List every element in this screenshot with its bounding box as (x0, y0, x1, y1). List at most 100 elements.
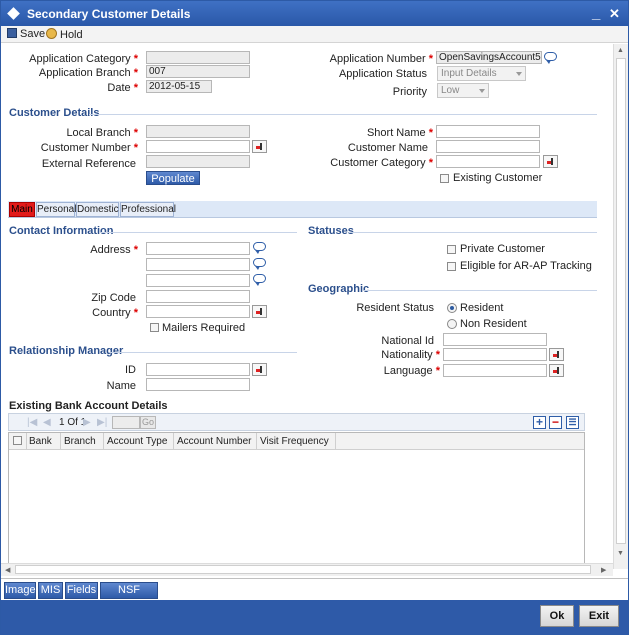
address-label: Address * (90, 244, 138, 256)
prev-page-icon[interactable]: ◀ (43, 417, 55, 429)
mis-tab-button[interactable]: MIS (38, 582, 63, 599)
scroll-left-icon[interactable]: ◀ (5, 566, 10, 574)
address-1-chat-icon[interactable] (253, 242, 266, 254)
customer-number-label: Customer Number * (40, 142, 138, 154)
geographic-divider (363, 290, 597, 291)
save-icon (7, 28, 17, 38)
tab-personal[interactable]: Personal (36, 202, 76, 217)
customer-number-input[interactable] (146, 140, 250, 153)
address-line-2-input[interactable] (146, 258, 250, 271)
statuses-divider (349, 232, 597, 233)
priority-label: Priority (392, 86, 427, 98)
local-branch-label: Local Branch * (66, 127, 138, 139)
image-tab-button[interactable]: Image (4, 582, 36, 599)
bank-account-title: Existing Bank Account Details (9, 400, 168, 412)
customer-category-lov-icon[interactable] (543, 155, 558, 168)
rm-id-lov-icon[interactable] (252, 363, 267, 376)
address-2-chat-icon[interactable] (253, 258, 266, 270)
country-input[interactable] (146, 305, 250, 318)
country-lov-icon[interactable] (252, 305, 267, 318)
customer-number-lov-icon[interactable] (252, 140, 267, 153)
app-number-input[interactable]: OpenSavingsAccount5255 (436, 51, 542, 64)
existing-customer-checkbox[interactable] (440, 174, 449, 183)
page-number-input[interactable] (112, 416, 140, 429)
next-page-icon[interactable]: ▶ (83, 417, 95, 429)
minimize-button[interactable]: _ (592, 5, 600, 22)
vertical-scroll-thumb[interactable] (616, 58, 626, 544)
secondary-customer-window: Secondary Customer Details _ ✕ Save Hold… (0, 0, 629, 635)
short-name-input[interactable] (436, 125, 540, 138)
nsf-details-tab-button[interactable]: NSF Details (100, 582, 158, 611)
fields-tab-button[interactable]: Fields (65, 582, 98, 599)
address-3-chat-icon[interactable] (253, 274, 266, 286)
geographic-title: Geographic (308, 283, 370, 295)
nationality-input[interactable] (443, 348, 547, 361)
language-input[interactable] (443, 364, 547, 377)
column-header-branch[interactable]: Branch (64, 436, 96, 447)
non-resident-radio[interactable] (447, 319, 457, 329)
nationality-lov-icon[interactable] (549, 348, 564, 361)
resident-status-label: Resident Status (356, 302, 434, 314)
app-branch-input[interactable]: 007 (146, 65, 250, 78)
customer-category-input[interactable] (436, 155, 540, 168)
single-view-icon[interactable]: ☰ (566, 416, 579, 429)
hold-button[interactable]: Hold (46, 28, 83, 41)
go-button[interactable]: Go (140, 416, 156, 429)
national-id-label: National Id (381, 335, 434, 347)
column-header-visit-frequency[interactable]: Visit Frequency (260, 436, 329, 447)
last-page-icon[interactable]: ▶| (97, 417, 109, 429)
rm-name-label: Name (106, 380, 136, 392)
priority-select[interactable]: Low (437, 83, 489, 98)
rm-id-input[interactable] (146, 363, 250, 376)
app-number-label: Application Number * (329, 53, 433, 65)
ok-button[interactable]: Ok (540, 605, 574, 627)
resident-radio[interactable] (447, 303, 457, 313)
vertical-scrollbar[interactable]: ▲ ▼ (613, 44, 628, 569)
app-status-select[interactable]: Input Details (437, 66, 526, 81)
rm-name-input[interactable] (146, 378, 250, 391)
tab-professional[interactable]: Professional (120, 202, 176, 217)
mailers-required-checkbox[interactable] (150, 323, 159, 332)
language-lov-icon[interactable] (549, 364, 564, 377)
scroll-right-icon[interactable]: ▶ (601, 566, 606, 574)
app-branch-label: Application Branch * (38, 67, 138, 79)
tab-main[interactable]: Main (9, 202, 35, 217)
private-customer-checkbox[interactable] (447, 245, 456, 254)
horizontal-scrollbar[interactable]: ◀ ▶ (1, 563, 613, 576)
address-line-3-input[interactable] (146, 274, 250, 287)
main-content: Application Category * Application Branc… (1, 44, 613, 569)
close-button[interactable]: ✕ (609, 6, 620, 22)
column-header-account-number[interactable]: Account Number (177, 436, 251, 447)
save-button[interactable]: Save (7, 28, 45, 40)
delete-row-icon[interactable]: − (549, 416, 562, 429)
tab-domestic[interactable]: Domestic (76, 202, 119, 217)
horizontal-scroll-thumb[interactable] (15, 565, 591, 574)
bottom-tab-bar: Image MIS Fields NSF Details (1, 578, 628, 611)
scroll-down-icon[interactable]: ▼ (617, 550, 624, 557)
title-bar: Secondary Customer Details _ ✕ (1, 1, 628, 26)
scroll-up-icon[interactable]: ▲ (617, 47, 624, 54)
exit-button[interactable]: Exit (579, 605, 619, 627)
bank-account-grid-header: Bank Branch Account Type Account Number … (9, 433, 584, 450)
zip-code-input[interactable] (146, 290, 250, 303)
external-ref-input[interactable] (146, 155, 250, 168)
existing-customer-label: Existing Customer (453, 172, 543, 184)
select-all-checkbox[interactable] (13, 436, 22, 445)
bank-account-grid: Bank Branch Account Type Account Number … (8, 432, 585, 567)
add-row-icon[interactable]: + (533, 416, 546, 429)
mailers-required-label: Mailers Required (162, 322, 246, 334)
column-header-account-type[interactable]: Account Type (107, 436, 167, 447)
ar-ap-tracking-checkbox[interactable] (447, 262, 456, 271)
app-category-input[interactable] (146, 51, 250, 64)
column-header-bank[interactable]: Bank (29, 436, 52, 447)
national-id-input[interactable] (443, 333, 547, 346)
date-input[interactable]: 2012-05-15 (146, 80, 212, 93)
customer-name-input[interactable] (436, 140, 540, 153)
app-number-chat-icon[interactable] (544, 52, 557, 64)
customer-category-label: Customer Category * (330, 157, 433, 169)
populate-button[interactable]: Populate (146, 171, 200, 185)
address-line-1-input[interactable] (146, 242, 250, 255)
local-branch-input[interactable] (146, 125, 250, 138)
first-page-icon[interactable]: |◀ (27, 417, 39, 429)
customer-details-divider (89, 114, 597, 115)
